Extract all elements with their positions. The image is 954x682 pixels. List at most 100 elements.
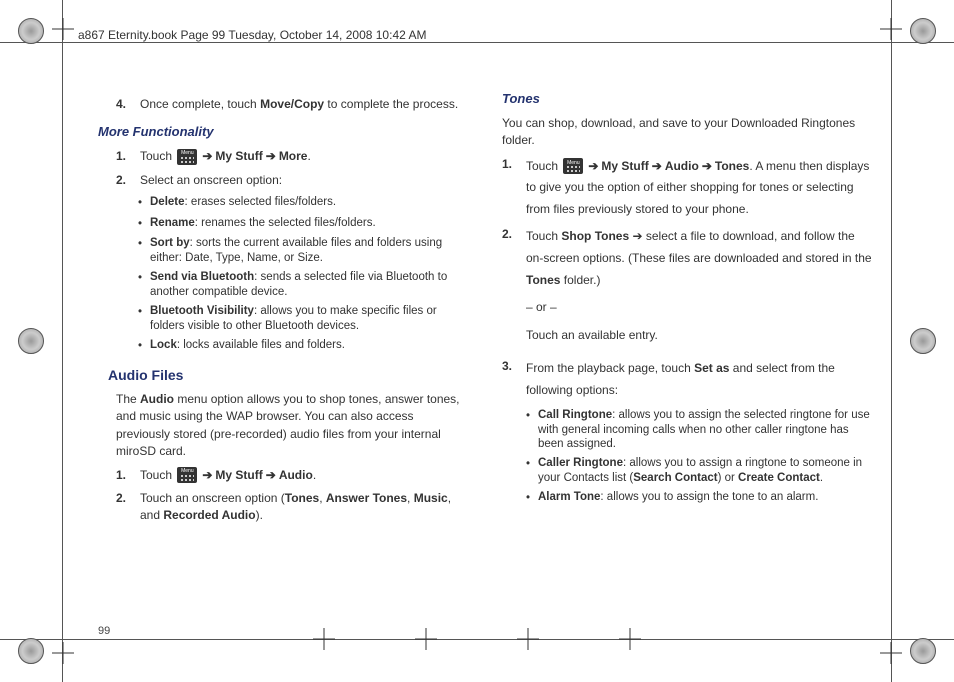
more-functionality-heading: More Functionality — [98, 123, 468, 142]
bullet-delete-t: : erases selected files/folders. — [185, 196, 337, 208]
tones-intro: You can shop, download, and save to your… — [502, 115, 872, 150]
mf2-num: 2. — [116, 172, 140, 189]
step-4-body: Once complete, touch Move/Copy to comple… — [140, 96, 468, 113]
af2-b3: Music — [414, 491, 448, 505]
bullet-lock: •Lock: locks available files and folders… — [138, 338, 468, 355]
t1-body: Touch ➔ My Stuff ➔ Audio ➔ Tones. A menu… — [526, 156, 872, 221]
mf1-body: Touch ➔ My Stuff ➔ More. — [140, 148, 468, 165]
bullet-dot: • — [526, 456, 538, 486]
af1-body: Touch ➔ My Stuff ➔ Audio. — [140, 467, 468, 484]
crop-target-mr — [910, 328, 936, 354]
t1-b3: Tones — [715, 159, 749, 173]
bullet-delete-b: Delete — [150, 196, 185, 208]
bullet-lock-t: : locks available files and folders. — [177, 339, 345, 351]
bullet-sortby-t: : sorts the current available files and … — [150, 237, 442, 264]
t3-num: 3. — [502, 358, 526, 401]
bullet-sendbt-b: Send via Bluetooth — [150, 271, 254, 283]
af2-body: Touch an onscreen option (Tones, Answer … — [140, 490, 468, 525]
alarm-b: Alarm Tone — [538, 491, 600, 503]
bullet-dot: • — [138, 216, 150, 233]
t1-b1: My Stuff — [601, 159, 648, 173]
crop-plus-b4 — [619, 628, 641, 650]
arrow-icon: ➔ — [202, 467, 212, 484]
t2-num: 2. — [502, 226, 526, 346]
t1-touch: Touch — [526, 159, 561, 173]
bullet-dot: • — [526, 490, 538, 507]
mf1-num: 1. — [116, 148, 140, 165]
crop-bottom-plus-row — [313, 628, 641, 650]
page-header-strip: a867 Eternity.book Page 99 Tuesday, Octo… — [78, 28, 426, 42]
t3-body: From the playback page, touch Set as and… — [526, 358, 872, 401]
mf1-b1: My Stuff — [215, 149, 262, 163]
af1-b1: My Stuff — [215, 468, 262, 482]
bullet-dot: • — [526, 408, 538, 453]
bullet-dot: • — [138, 304, 150, 334]
af1-num: 1. — [116, 467, 140, 484]
left-column: 4. Once complete, touch Move/Copy to com… — [98, 90, 468, 622]
af2-b1: Tones — [285, 491, 319, 505]
mf2-body: Select an onscreen option: — [140, 172, 468, 189]
t3-pre: From the playback page, touch — [526, 361, 694, 375]
bullet-btvis-b: Bluetooth Visibility — [150, 305, 254, 317]
af2-c2: , — [407, 491, 414, 505]
af2-num: 2. — [116, 490, 140, 525]
af1-touch: Touch — [140, 468, 175, 482]
crop-target-br — [910, 638, 936, 664]
callerring-mid: ) or — [718, 472, 738, 484]
t2-body: Touch Shop Tones ➔ select a file to down… — [526, 226, 872, 346]
af-step-1: 1. Touch ➔ My Stuff ➔ Audio. — [116, 467, 468, 484]
t1-b2: Audio — [665, 159, 699, 173]
crop-target-bl — [18, 638, 44, 664]
menu-icon — [563, 158, 583, 174]
callerring-b: Caller Ringtone — [538, 457, 623, 469]
t2-post: folder.) — [560, 273, 600, 287]
mf1-b2: More — [279, 149, 308, 163]
bullet-dot: • — [138, 338, 150, 355]
callring-b: Call Ringtone — [538, 409, 612, 421]
arrow-icon: ➔ — [702, 156, 712, 178]
mf1-end: . — [307, 149, 310, 163]
af1-b2: Audio — [279, 468, 313, 482]
menu-icon — [177, 467, 197, 483]
t1-num: 1. — [502, 156, 526, 221]
af2-c1: , — [319, 491, 326, 505]
t-step-2: 2. Touch Shop Tones ➔ select a file to d… — [502, 226, 872, 346]
menu-icon — [177, 149, 197, 165]
audio-para-pre: The — [116, 392, 140, 406]
af2-b2: Answer Tones — [326, 491, 407, 505]
page-content: 4. Once complete, touch Move/Copy to com… — [98, 90, 872, 622]
bullet-callring: •Call Ringtone: allows you to assign the… — [526, 408, 872, 453]
bullet-rename-t: : renames the selected files/folders. — [195, 217, 376, 229]
t2-or: – or – — [526, 297, 872, 319]
step-4-num: 4. — [116, 96, 140, 113]
crop-line-left — [62, 0, 63, 682]
crop-line-right — [891, 0, 892, 682]
t2-pre: Touch — [526, 229, 561, 243]
step-4: 4. Once complete, touch Move/Copy to com… — [116, 96, 468, 113]
crop-plus-b3 — [517, 628, 539, 650]
bullet-sendbt: •Send via Bluetooth: sends a selected fi… — [138, 270, 468, 300]
t2-b1: Shop Tones — [561, 229, 629, 243]
crop-plus-tl — [52, 18, 74, 40]
right-column: Tones You can shop, download, and save t… — [502, 90, 872, 622]
bullet-sortby: •Sort by: sorts the current available fi… — [138, 236, 468, 266]
bullet-btvis: •Bluetooth Visibility: allows you to mak… — [138, 304, 468, 334]
callerring-end: . — [820, 472, 823, 484]
arrow-icon: ➔ — [588, 156, 598, 178]
arrow-icon: ➔ — [652, 156, 662, 178]
af2-b4: Recorded Audio — [163, 508, 255, 522]
bullet-delete: •Delete: erases selected files/folders. — [138, 195, 468, 212]
mf-step-2: 2. Select an onscreen option: — [116, 172, 468, 189]
af2-end: ). — [256, 508, 263, 522]
arrow-icon: ➔ — [202, 148, 212, 165]
audio-para: The Audio menu option allows you to shop… — [116, 391, 468, 461]
bullet-rename-b: Rename — [150, 217, 195, 229]
t-step-3: 3. From the playback page, touch Set as … — [502, 358, 872, 401]
bullet-lock-b: Lock — [150, 339, 177, 351]
step-4-post: to complete the process. — [324, 97, 458, 111]
af-step-2: 2. Touch an onscreen option (Tones, Answ… — [116, 490, 468, 525]
t2-touch-avail: Touch an available entry. — [526, 325, 872, 347]
step-4-pre: Once complete, touch — [140, 97, 260, 111]
crop-target-ml — [18, 328, 44, 354]
mf-step-1: 1. Touch ➔ My Stuff ➔ More. — [116, 148, 468, 165]
